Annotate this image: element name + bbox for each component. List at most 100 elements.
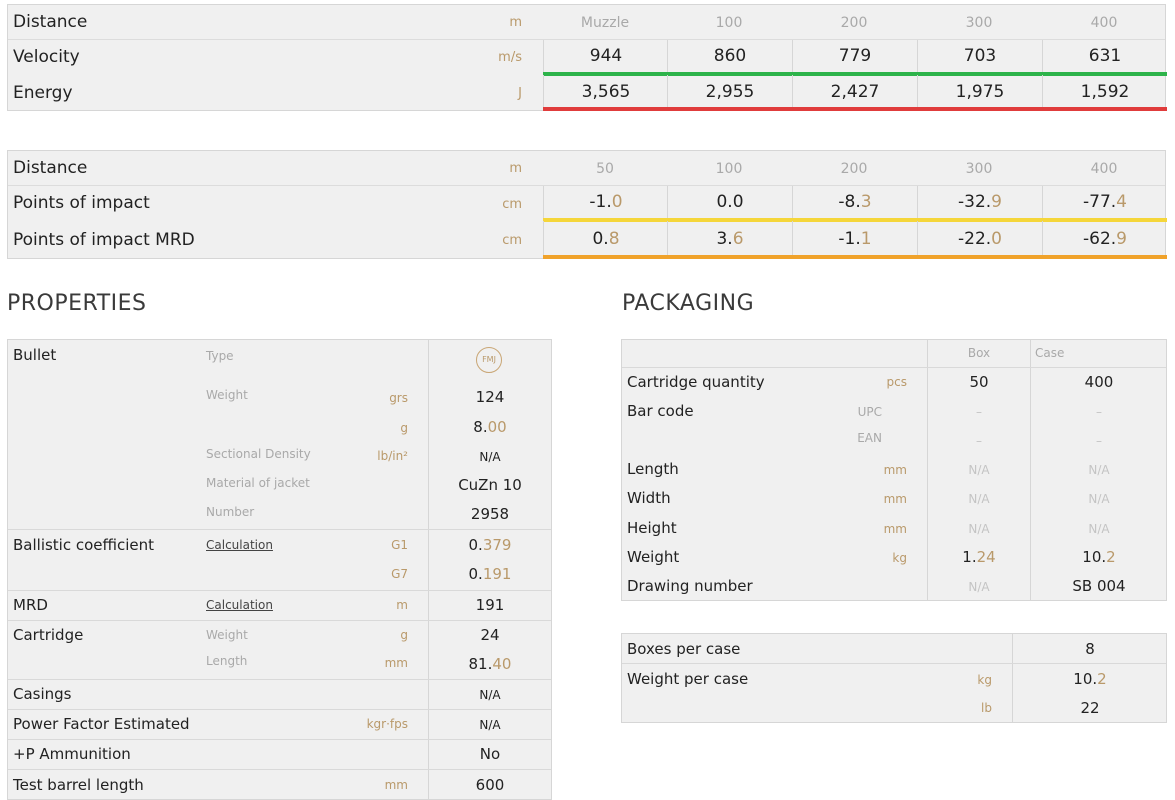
height-label: Height xyxy=(627,519,677,537)
energy-value-0: 3,565 xyxy=(543,75,668,107)
case-info-table: Boxes per case 8 Weight per case kg 10.2… xyxy=(621,633,1167,723)
poi-int-2: -8. xyxy=(838,192,861,212)
ean-case-value: – xyxy=(1096,434,1102,448)
properties-table: Bullet Type FMJ Weight grs 124 g 8.00 Se… xyxy=(7,339,552,800)
row-divider xyxy=(8,590,551,591)
sectional-density-value: N/A xyxy=(479,450,501,464)
cartridge-weight-value: 24 xyxy=(480,626,500,644)
weight-box-dec: 24 xyxy=(976,548,996,566)
mrd-int-2: -1. xyxy=(838,229,861,249)
plus-p-value: No xyxy=(479,745,501,763)
bullet-label: Bullet xyxy=(13,346,57,364)
poi-dec-1: 0 xyxy=(732,192,744,212)
mrd-value-1: 3.6 xyxy=(667,221,792,255)
row-divider xyxy=(8,739,551,740)
poi-value-0: -1.0 xyxy=(543,186,668,218)
row-divider xyxy=(8,529,551,530)
poi-dec-4: 4 xyxy=(1116,192,1127,212)
poi-int-0: -1. xyxy=(589,192,612,212)
weight-per-case-unit-lb: lb xyxy=(981,701,992,715)
mrd-value-2: -1.1 xyxy=(792,221,917,255)
impact-distance-col-0: 50 xyxy=(596,161,614,177)
mrd-int-3: -22. xyxy=(958,229,992,249)
poi-unit: cm xyxy=(502,197,522,212)
row-divider xyxy=(8,769,551,770)
mrd-unit: m xyxy=(396,598,408,612)
impact-table: Distance m 50 100 200 300 400 Points of … xyxy=(7,150,1167,259)
casings-value: N/A xyxy=(479,688,501,702)
poi-dec-3: 9 xyxy=(991,192,1002,212)
velocity-unit: m/s xyxy=(498,50,522,65)
cartridge-length-dec: 40 xyxy=(492,655,512,673)
poi-mrd-unit: cm xyxy=(502,233,522,248)
row-divider xyxy=(8,620,551,621)
type-label: Type xyxy=(206,349,234,363)
energy-row: Energy J 3,565 2,955 2,427 1,975 1,592 xyxy=(8,75,1167,111)
height-box-value: N/A xyxy=(968,522,990,536)
upc-label: UPC xyxy=(857,405,882,419)
distance-col-3: 300 xyxy=(965,15,993,31)
length-box-value: N/A xyxy=(968,463,990,477)
impact-distance-unit: m xyxy=(509,161,522,176)
jacket-value: CuZn 10 xyxy=(458,476,522,494)
mrd-value-0: 0.8 xyxy=(543,221,668,255)
velocity-value-2: 779 xyxy=(792,40,917,72)
plus-p-label: +P Ammunition xyxy=(13,745,131,763)
jacket-label: Material of jacket xyxy=(206,476,310,490)
mrd-int-1: 3. xyxy=(716,229,733,249)
length-label: Length xyxy=(627,460,679,478)
energy-bar xyxy=(543,107,1167,111)
weight-grs-value: 124 xyxy=(475,388,505,406)
mrd-dec-4: 9 xyxy=(1116,229,1127,249)
bar-code-label: Bar code xyxy=(627,402,694,420)
length-case-value: N/A xyxy=(1088,463,1110,477)
upc-case-value: – xyxy=(1096,405,1102,419)
impact-distance-col-3: 300 xyxy=(965,161,993,177)
g7-int: 0. xyxy=(468,565,483,583)
drawing-box-value: N/A xyxy=(968,580,990,594)
number-label: Number xyxy=(206,505,255,519)
poi-mrd-row: Points of impact MRD cm 0.8 3.6 -1.1 -22… xyxy=(8,221,1167,259)
boxes-per-case-label: Boxes per case xyxy=(627,640,741,658)
row-divider xyxy=(8,679,551,680)
g1-dec: 379 xyxy=(482,536,512,554)
distance-row: Distance m Muzzle 100 200 300 400 xyxy=(8,5,1165,39)
barrel-length-value: 600 xyxy=(475,776,505,794)
energy-value-3: 1,975 xyxy=(917,75,1042,107)
distance-label: Distance xyxy=(13,12,88,32)
poi-value-1: 0.0 xyxy=(667,186,792,218)
col-box-header: Box xyxy=(967,346,991,360)
weight-case-value: 10.2 xyxy=(1031,548,1167,566)
mrd-int-4: -62. xyxy=(1083,229,1117,249)
power-factor-unit: kgr·fps xyxy=(366,717,408,731)
mrd-calculation-link[interactable]: Calculation xyxy=(206,598,273,612)
poi-value-4: -77.4 xyxy=(1042,186,1167,218)
weight-g-dec: 00 xyxy=(487,418,507,436)
quantity-box-value: 50 xyxy=(969,373,989,391)
col-case-header: Case xyxy=(1035,346,1065,360)
mrd-dec-2: 1 xyxy=(860,229,872,249)
case-info-row-divider xyxy=(622,663,1166,664)
poi-dec-0: 0 xyxy=(611,192,623,212)
bc-calculation-link[interactable]: Calculation xyxy=(206,538,273,552)
weight-label: Weight xyxy=(627,548,680,566)
weight-per-case-label: Weight per case xyxy=(627,670,749,688)
packaging-header-divider xyxy=(622,367,1166,368)
cartridge-length-unit: mm xyxy=(384,656,408,670)
packaging-heading: PACKAGING xyxy=(622,291,755,316)
weight-unit-g: g xyxy=(400,421,408,435)
velocity-label: Velocity xyxy=(13,47,80,67)
drawing-number-label: Drawing number xyxy=(627,577,753,595)
quantity-case-value: 400 xyxy=(1084,373,1114,391)
weight-unit-grs: grs xyxy=(389,391,408,405)
upc-box-value: – xyxy=(976,405,982,419)
impact-distance-col-4: 400 xyxy=(1090,161,1118,177)
velocity-value-4: 631 xyxy=(1042,40,1167,72)
poi-int-1: 0. xyxy=(716,192,733,212)
energy-label: Energy xyxy=(13,83,73,103)
energy-value-2: 2,427 xyxy=(792,75,917,107)
weight-per-case-unit-kg: kg xyxy=(977,673,992,687)
weight-unit: kg xyxy=(892,551,907,565)
barrel-length-unit: mm xyxy=(384,778,408,792)
cartridge-length-value: 81.40 xyxy=(429,655,551,673)
